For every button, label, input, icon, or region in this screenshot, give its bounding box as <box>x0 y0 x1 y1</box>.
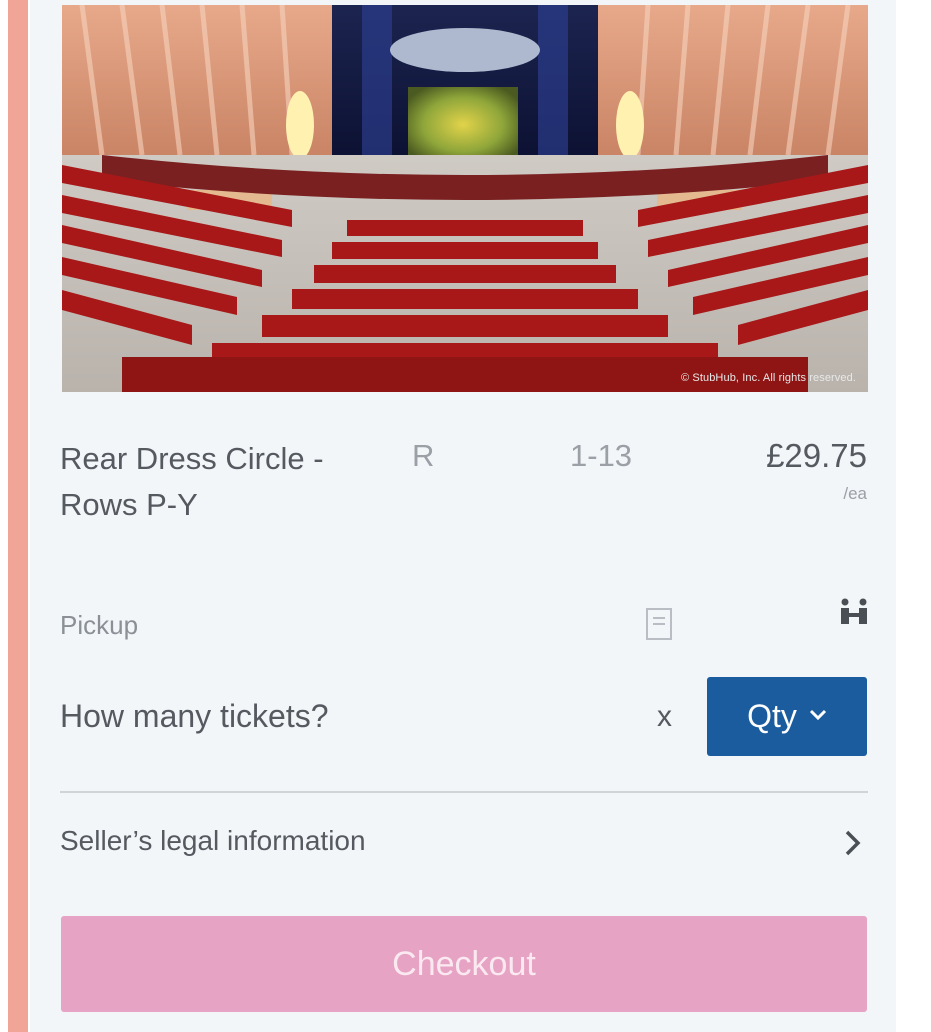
seller-legal-info-link[interactable]: Seller’s legal information <box>60 815 868 873</box>
seller-legal-info-label: Seller’s legal information <box>60 825 366 856</box>
quantity-dropdown[interactable]: Qty <box>707 677 867 756</box>
document-icon <box>645 607 673 646</box>
price: £29.75 <box>766 437 867 474</box>
quantity-multiplier: x <box>657 700 672 733</box>
seats-together-icon <box>838 598 870 631</box>
quantity-prompt: How many tickets? <box>60 698 329 734</box>
divider <box>60 791 868 793</box>
price-unit: /ea <box>843 484 867 503</box>
section-name: Rear Dress Circle - Rows P-Y <box>60 441 324 522</box>
chevron-right-icon <box>844 829 862 862</box>
quantity-dropdown-label: Qty <box>747 698 797 734</box>
checkout-button[interactable]: Checkout <box>61 916 867 1012</box>
image-credit: © StubHub, Inc. All rights reserved. <box>681 372 856 384</box>
chevron-down-icon <box>809 708 827 726</box>
seat-view-image: © StubHub, Inc. All rights reserved. <box>62 5 868 392</box>
seats-value: 1-13 <box>570 438 633 473</box>
delivery-method: Pickup <box>60 610 139 640</box>
row-value: R <box>412 438 435 473</box>
left-accent-bar <box>8 0 28 1032</box>
